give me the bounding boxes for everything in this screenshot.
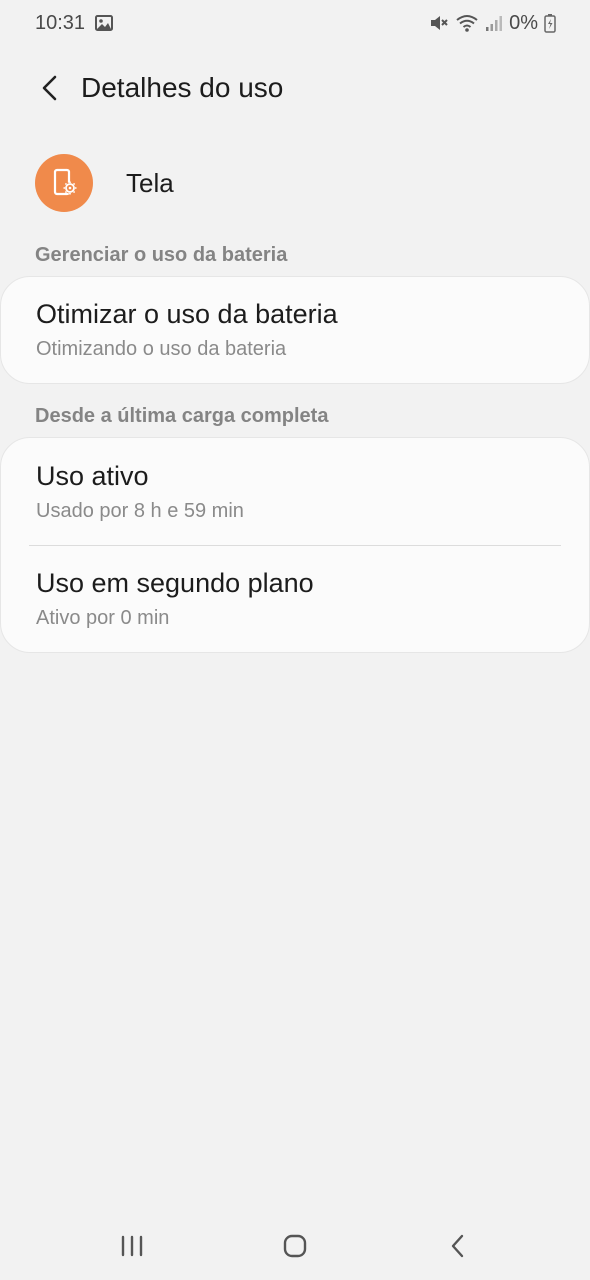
status-bar: 10:31 0% — [0, 0, 590, 46]
battery-percent: 0% — [509, 11, 538, 34]
back-icon — [452, 1234, 464, 1258]
background-use-item[interactable]: Uso em segundo plano Ativo por 0 min — [1, 546, 589, 652]
section-label-manage: Gerenciar o uso da bateria — [35, 244, 288, 266]
active-use-subtitle: Usado por 8 h e 59 min — [36, 499, 244, 522]
navigation-bar — [0, 1212, 590, 1280]
optimize-subtitle: Otimizando o uso da bateria — [36, 338, 287, 360]
home-icon — [283, 1234, 307, 1258]
battery-charging-icon — [544, 13, 556, 33]
nav-back-button[interactable] — [418, 1216, 498, 1276]
active-use-item[interactable]: Uso ativo Usado por 8 h e 59 min — [1, 438, 589, 545]
back-button[interactable] — [20, 60, 80, 116]
mute-icon — [429, 13, 449, 33]
optimize-card: Otimizar o uso da bateria Otimizando o u… — [0, 276, 590, 384]
page-title: Detalhes do uso — [81, 72, 284, 103]
chevron-left-icon — [42, 75, 57, 101]
app-bar: Detalhes do uso — [0, 60, 590, 116]
recents-icon — [121, 1235, 142, 1257]
background-use-title: Uso em segundo plano — [36, 568, 314, 598]
screen-settings-icon — [35, 154, 93, 212]
home-button[interactable] — [255, 1216, 335, 1276]
wifi-icon — [455, 13, 479, 33]
recents-button[interactable] — [92, 1216, 172, 1276]
status-bar-right: 0% — [429, 12, 556, 35]
image-icon — [95, 15, 114, 31]
status-bar-left: 10:31 — [35, 11, 114, 35]
signal-icon — [485, 14, 503, 32]
app-header: Tela — [35, 154, 174, 212]
active-use-title: Uso ativo — [36, 460, 149, 491]
clock: 10:31 — [35, 11, 86, 34]
optimize-battery-item[interactable]: Otimizar o uso da bateria Otimizando o u… — [1, 277, 589, 383]
app-name: Tela — [126, 167, 174, 198]
optimize-title: Otimizar o uso da bateria — [36, 299, 338, 329]
background-use-subtitle: Ativo por 0 min — [36, 607, 170, 629]
section-label-since-charge: Desde a última carga completa — [35, 405, 329, 427]
usage-card: Uso ativo Usado por 8 h e 59 min Uso em … — [0, 437, 590, 653]
